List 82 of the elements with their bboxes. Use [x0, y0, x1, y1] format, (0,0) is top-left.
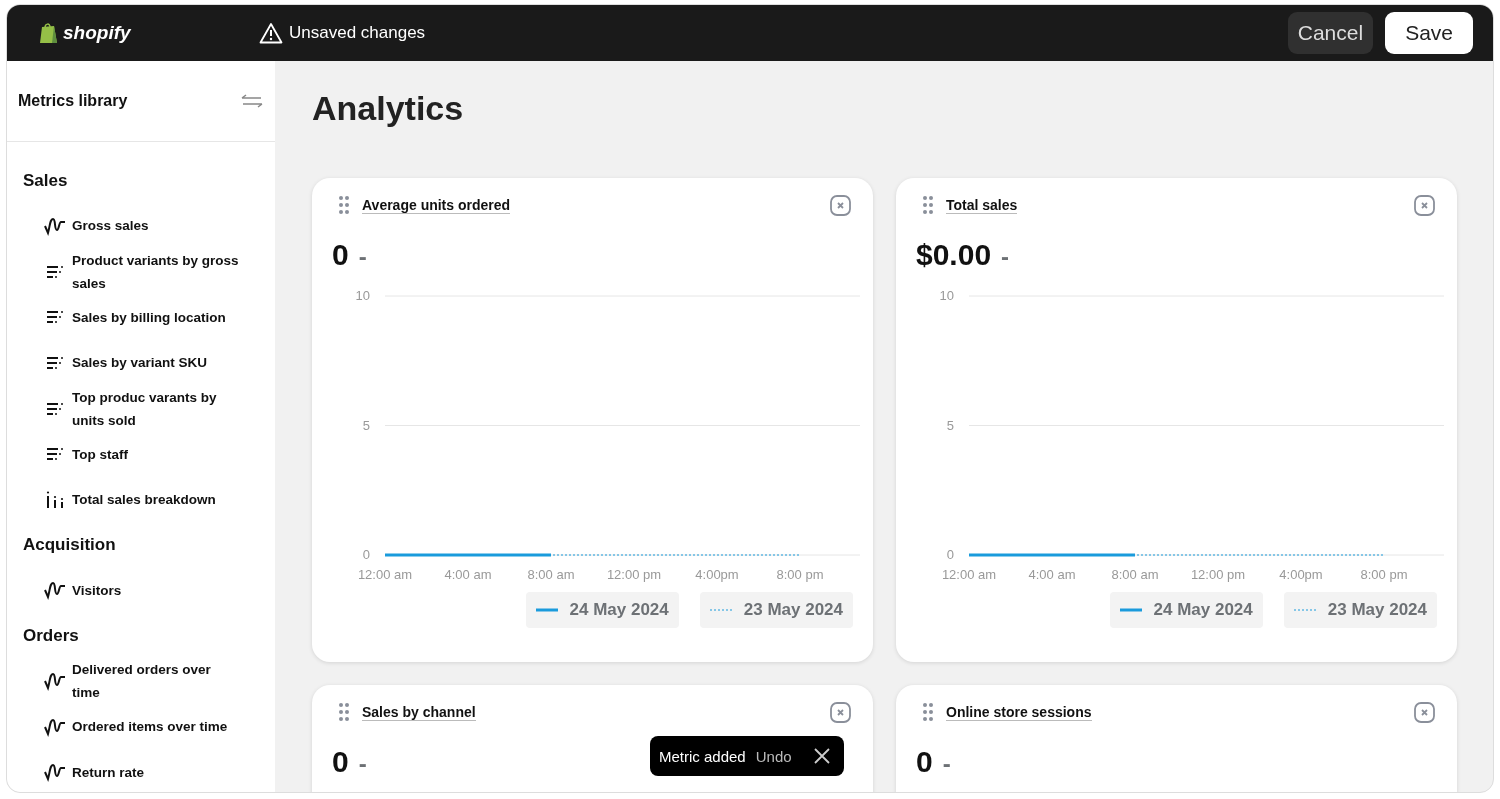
- metric-item[interactable]: Sales by variant SKU: [7, 340, 275, 386]
- change-indicator: -: [942, 750, 951, 778]
- metric-value: 0: [332, 745, 349, 779]
- legend-label: 24 May 2024: [1153, 600, 1253, 620]
- y-tick-label: 0: [946, 547, 954, 562]
- metric-item[interactable]: Product variants by gross sales: [7, 248, 275, 295]
- y-tick-label: 5: [946, 417, 954, 433]
- toast-message: Metric added: [659, 747, 746, 765]
- x-tick-label: 12:00 pm: [1190, 567, 1246, 582]
- remove-icon[interactable]: [1414, 194, 1435, 216]
- close-icon[interactable]: [813, 748, 830, 764]
- x-tick-label: 4:00pm: [695, 567, 739, 582]
- section-heading: Orders: [22, 624, 80, 647]
- solid-line-icon: [1119, 608, 1142, 612]
- shopping-bag-icon: [39, 22, 59, 44]
- y-tick-label: 10: [355, 288, 370, 303]
- metric-item[interactable]: Ordered items over time: [7, 704, 275, 750]
- legend-label: 23 May 2024: [1327, 600, 1427, 620]
- dotted-line-icon: [709, 608, 732, 612]
- metric-item[interactable]: Top staff: [7, 431, 275, 477]
- solid-line-icon: [535, 608, 558, 612]
- drag-handle-icon[interactable]: [923, 703, 933, 721]
- cancel-button[interactable]: Cancel: [1287, 12, 1374, 54]
- metric-value: 0: [332, 238, 349, 272]
- change-indicator: -: [358, 243, 367, 271]
- section-heading: Acquisition: [22, 534, 117, 556]
- y-tick-label: 5: [362, 417, 370, 433]
- drag-handle-icon[interactable]: [339, 196, 349, 214]
- x-tick-label: 12:00 pm: [606, 567, 662, 582]
- metric-item[interactable]: Gross sales: [7, 203, 275, 249]
- line-chart-icon: [44, 716, 66, 737]
- sidebar-title: Metrics library: [18, 92, 128, 110]
- remove-icon[interactable]: [1414, 701, 1435, 723]
- x-tick-label: 4:00pm: [1279, 567, 1323, 582]
- undo-link[interactable]: Undo: [755, 747, 792, 765]
- change-indicator: -: [358, 750, 367, 778]
- swap-arrows-icon[interactable]: [241, 94, 263, 108]
- metric-value: $0.00: [916, 238, 992, 272]
- line-chart-icon: [44, 215, 66, 236]
- save-button[interactable]: Save: [1385, 12, 1473, 54]
- metric-item[interactable]: Delivered orders over time: [7, 658, 275, 704]
- drag-handle-icon[interactable]: [923, 196, 933, 214]
- change-indicator: -: [1001, 243, 1010, 271]
- x-tick-label: 8:00 am: [527, 567, 575, 582]
- y-tick-label: 0: [362, 547, 370, 562]
- page-title: Analytics: [312, 89, 465, 128]
- metric-item[interactable]: Total sales breakdown: [7, 477, 275, 523]
- metric-item[interactable]: Visitors: [7, 567, 275, 613]
- unsaved-status-text: Unsaved changes: [289, 23, 426, 43]
- section-heading: Sales: [22, 169, 69, 192]
- drag-handle-icon[interactable]: [339, 703, 349, 721]
- card-title-link[interactable]: Online store sessions: [946, 703, 1092, 721]
- card-title-link[interactable]: Sales by channel: [362, 703, 476, 721]
- line-chart-icon: [44, 762, 66, 783]
- metric-item[interactable]: Return rate: [7, 749, 275, 792]
- card-title-link[interactable]: Average units ordered: [362, 196, 511, 214]
- line-chart-icon: [44, 580, 66, 601]
- dotted-line-icon: [1293, 608, 1316, 612]
- logo-text: shopify: [63, 22, 131, 44]
- x-tick-label: 12:00 am: [357, 567, 413, 582]
- metric-item[interactable]: Sales by billing location: [7, 294, 275, 340]
- metric-item[interactable]: Top produc varants by units sold: [7, 385, 275, 432]
- x-tick-label: 4:00 am: [1028, 567, 1076, 582]
- legend-item[interactable]: 24 May 2024: [1109, 592, 1263, 628]
- x-tick-label: 8:00 pm: [776, 567, 824, 582]
- y-tick-label: 10: [939, 288, 954, 303]
- legend-item[interactable]: 23 May 2024: [1283, 592, 1437, 628]
- x-tick-label: 8:00 pm: [1360, 567, 1408, 582]
- card-title-link[interactable]: Total sales: [946, 196, 1018, 214]
- legend-item[interactable]: 23 May 2024: [699, 592, 853, 628]
- column-chart-icon: [44, 489, 66, 510]
- remove-icon[interactable]: [830, 194, 851, 216]
- warning-icon: [259, 22, 283, 44]
- line-chart-icon: [44, 671, 66, 691]
- metric-value: 0: [916, 745, 933, 779]
- legend-item[interactable]: 24 May 2024: [525, 592, 679, 628]
- x-tick-label: 12:00 am: [941, 567, 997, 582]
- legend-label: 24 May 2024: [569, 600, 669, 620]
- x-tick-label: 8:00 am: [1111, 567, 1159, 582]
- legend-label: 23 May 2024: [743, 600, 843, 620]
- remove-icon[interactable]: [830, 701, 851, 723]
- x-tick-label: 4:00 am: [444, 567, 492, 582]
